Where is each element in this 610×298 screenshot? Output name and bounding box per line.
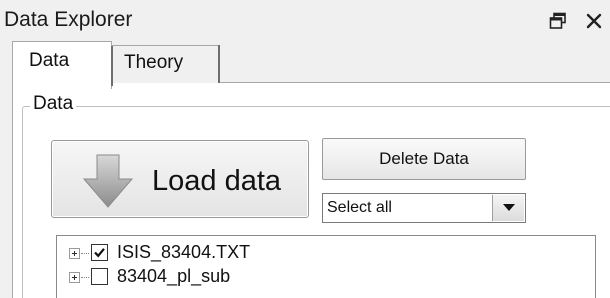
tree-connector	[81, 277, 89, 278]
tree-item-label: 83404_pl_sub	[117, 266, 231, 286]
expand-icon[interactable]	[69, 248, 80, 259]
dropdown-arrow-button[interactable]	[492, 195, 524, 221]
tree-item[interactable]: ISIS_83404.TXT	[57, 242, 595, 264]
tab-data-label: Data	[29, 50, 70, 71]
tab-theory[interactable]: Theory	[111, 45, 220, 83]
tree-item-checkbox[interactable]	[91, 268, 108, 285]
select-all-dropdown[interactable]: Select all	[322, 193, 526, 223]
delete-data-label: Delete Data	[379, 149, 469, 168]
tree-item-checkbox[interactable]	[91, 244, 108, 261]
down-arrow-icon	[82, 153, 134, 209]
close-icon[interactable]	[584, 11, 604, 31]
delete-data-button[interactable]: Delete Data	[322, 138, 526, 180]
tree-item-label: ISIS_83404.TXT	[117, 242, 251, 262]
load-data-label: Load data	[152, 165, 282, 197]
tree-item[interactable]: 83404_pl_sub	[57, 266, 595, 288]
select-value: Select all	[327, 199, 392, 216]
tab-theory-label: Theory	[124, 52, 184, 73]
chevron-down-icon	[503, 204, 515, 211]
checkmark-icon	[94, 248, 105, 258]
title-bar: Data Explorer	[0, 0, 610, 40]
load-data-button[interactable]: Load data	[51, 140, 309, 218]
tab-data[interactable]: Data	[12, 41, 113, 89]
window-title: Data Explorer	[4, 8, 133, 31]
tree-connector	[81, 253, 89, 254]
restore-window-icon[interactable]	[549, 12, 567, 30]
expand-icon[interactable]	[69, 272, 80, 283]
data-group-title: Data	[30, 93, 77, 115]
data-tree[interactable]: ISIS_83404.TXT 83404_pl_sub	[56, 235, 596, 298]
